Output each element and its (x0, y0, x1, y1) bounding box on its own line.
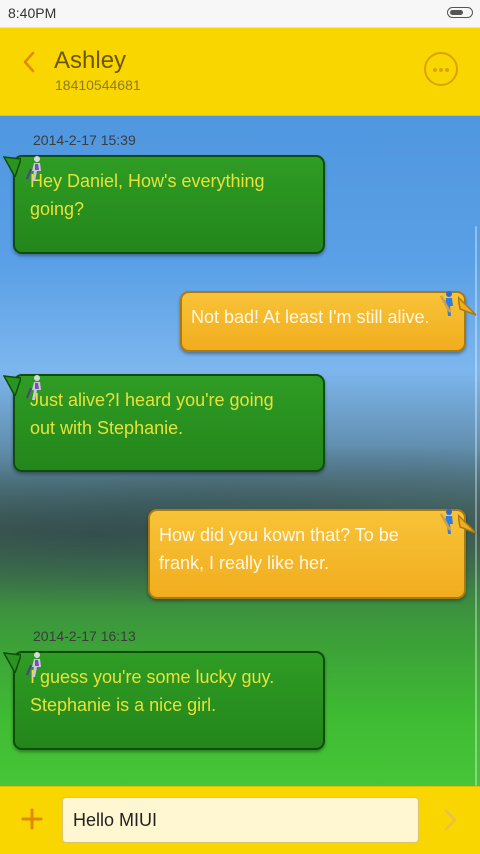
message-text-line: Hey Daniel, How's everything (30, 171, 265, 191)
chevron-right-icon[interactable] (438, 807, 462, 833)
cricket-player-icon (26, 652, 41, 677)
message-input[interactable] (62, 797, 419, 843)
message-text-line: going? (30, 199, 85, 219)
timestamp: 2014-2-17 15:39 (33, 132, 136, 148)
bubble-tail (3, 375, 21, 396)
bubble-tail (3, 156, 21, 177)
cricket-player-icon (26, 156, 41, 181)
bubble-tail (458, 295, 477, 316)
message-text-line: frank, I really like her. (159, 553, 330, 573)
contact-number: 18410544681 (55, 77, 141, 93)
status-bar: 8:40PM (0, 0, 480, 28)
message-text-line: out with Stephanie. (30, 418, 184, 438)
message-incoming[interactable]: I guess you're some lucky guy. Stephanie… (3, 651, 325, 750)
message-incoming[interactable]: Just alive?I heard you're going out with… (3, 374, 325, 472)
message-text-line: Not bad! At least I'm still alive. (191, 307, 430, 327)
compose-bar (0, 786, 480, 854)
plus-icon[interactable] (20, 807, 44, 831)
chevron-left-icon[interactable] (18, 48, 42, 76)
message-text-line: Just alive?I heard you're going (30, 390, 274, 410)
message-incoming[interactable]: Hey Daniel, How's everything going? (3, 155, 325, 254)
cricket-batsman-icon (439, 509, 453, 534)
message-outgoing[interactable]: Not bad! At least I'm still alive. (180, 291, 477, 352)
battery-icon (447, 7, 473, 18)
message-outgoing[interactable]: How did you kown that? To be frank, I re… (148, 509, 477, 599)
message-text-line: I guess you're some lucky guy. (30, 667, 275, 687)
message-text-line: How did you kown that? To be (159, 525, 399, 545)
conversation-area[interactable]: 2014-2-17 15:39 Hey Daniel, How's everyt… (0, 116, 480, 786)
cricket-batsman-icon (439, 291, 453, 316)
conversation-header: Ashley 18410544681 (0, 28, 480, 116)
cricket-player-icon (26, 375, 41, 400)
contact-name[interactable]: Ashley (54, 47, 126, 75)
bubble-tail (458, 513, 477, 534)
status-time: 8:40PM (8, 5, 57, 21)
timestamp: 2014-2-17 16:13 (33, 628, 136, 644)
message-text-line: Stephanie is a nice girl. (30, 695, 217, 715)
more-dots-icon[interactable] (424, 52, 458, 86)
bubble-tail (3, 652, 21, 673)
